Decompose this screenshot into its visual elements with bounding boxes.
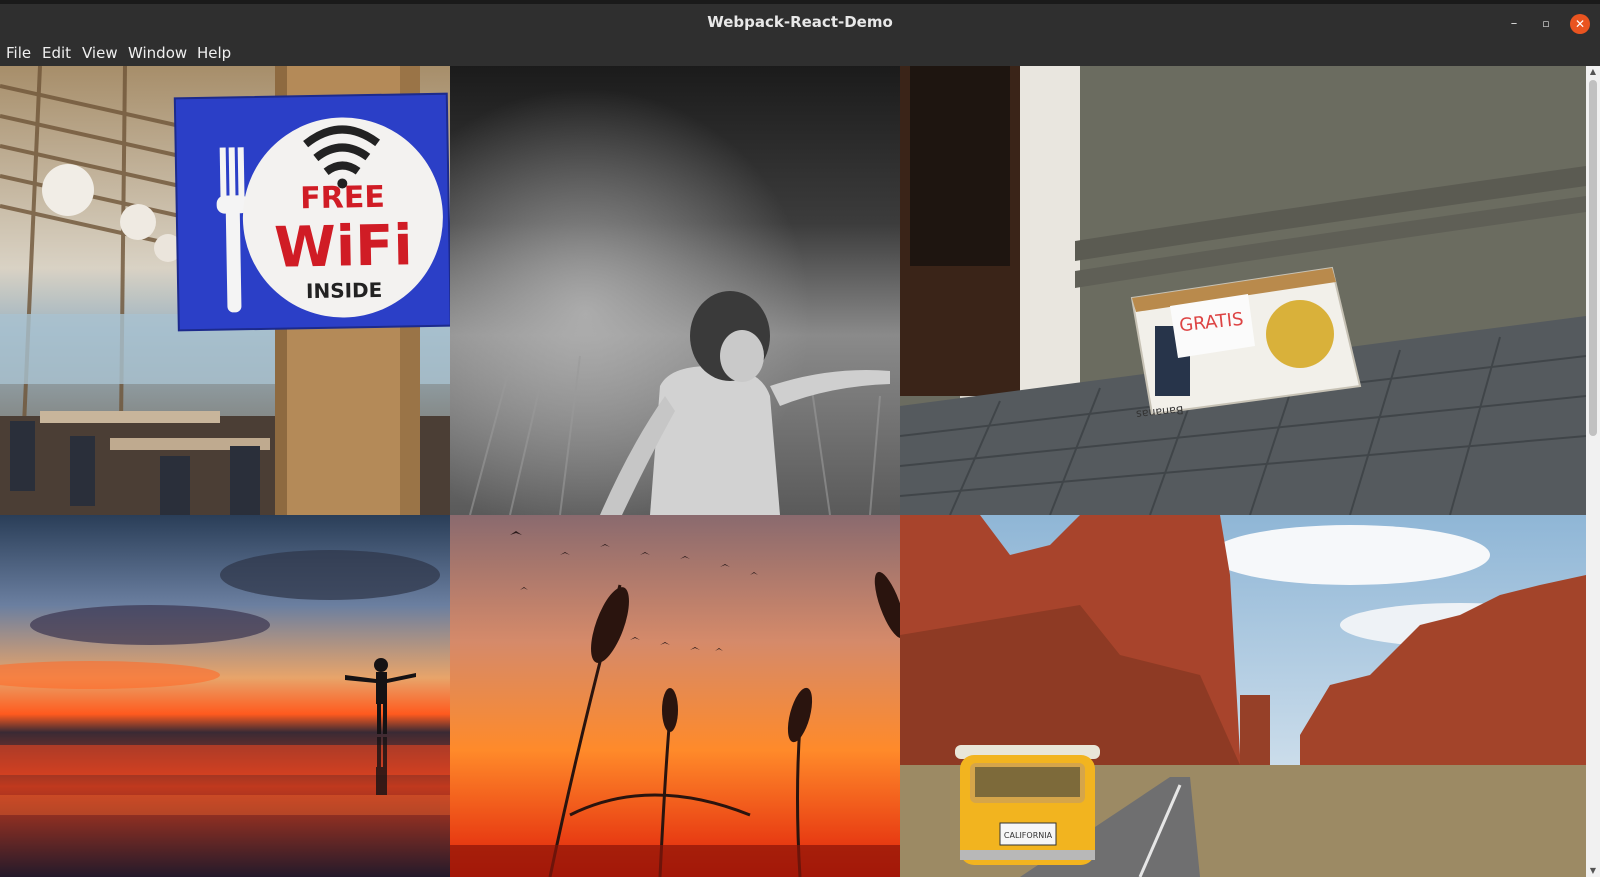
sign-inside-text: INSIDE <box>306 278 383 303</box>
scroll-down-arrow-icon[interactable]: ▼ <box>1586 865 1600 877</box>
vertical-scrollbar[interactable]: ▲ ▼ <box>1586 66 1600 877</box>
photo-free-wifi-sign[interactable]: FREE WiFi INSIDE <box>0 66 450 515</box>
gallery-grid: FREE WiFi INSIDE GRATIS Bananas CALIFORN… <box>0 66 1600 877</box>
menu-edit[interactable]: Edit <box>42 44 71 62</box>
menu-window[interactable]: Window <box>128 44 187 62</box>
close-button[interactable]: ✕ <box>1570 14 1590 34</box>
photo-reeds-at-sunset[interactable] <box>450 515 900 877</box>
license-plate-text: CALIFORNIA <box>1004 831 1053 840</box>
photo-sunset-silhouette[interactable] <box>0 515 450 877</box>
scroll-up-arrow-icon[interactable]: ▲ <box>1586 66 1600 78</box>
sign-free-text: FREE <box>300 180 385 216</box>
window-titlebar[interactable]: Webpack-React-Demo – ▫ ✕ <box>0 0 1600 40</box>
photo-child-in-field[interactable] <box>450 66 900 515</box>
yellow-van: CALIFORNIA <box>955 745 1100 865</box>
photo-gratis-box[interactable]: GRATIS Bananas <box>900 66 1586 515</box>
maximize-button[interactable]: ▫ <box>1536 14 1556 34</box>
menu-view[interactable]: View <box>82 44 118 62</box>
window-title: Webpack-React-Demo <box>707 13 893 31</box>
menu-file[interactable]: File <box>6 44 31 62</box>
scroll-thumb[interactable] <box>1589 80 1597 436</box>
photo-desert-road-van[interactable]: CALIFORNIA <box>900 515 1586 877</box>
sign-wifi-text: WiFi <box>274 213 414 280</box>
menu-help[interactable]: Help <box>197 44 231 62</box>
minimize-button[interactable]: – <box>1504 14 1524 34</box>
menu-bar: File Edit View Window Help <box>0 40 1600 66</box>
